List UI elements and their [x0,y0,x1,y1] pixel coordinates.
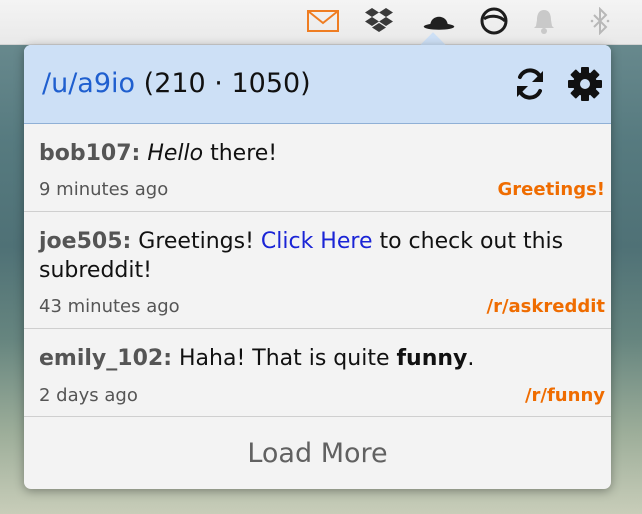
username-link[interactable]: /u/a9io [42,68,135,99]
message-author[interactable]: bob107: [39,141,140,166]
message-item[interactable]: emily_102: Haha! That is quite funny. 2 … [24,329,611,417]
message-body: Haha! That is quite [172,346,397,371]
message-author[interactable]: emily_102: [39,346,172,371]
message-body: there! [203,141,278,166]
bluetooth-icon[interactable] [584,6,616,36]
notification-popup: /u/a9io (210 · 1050) bob107: Hello there… [24,45,611,489]
message-time: 2 days ago [39,385,138,406]
message-text: joe505: Greetings! Click Here to check o… [39,227,584,285]
load-more-button[interactable]: Load More [24,417,611,489]
message-bold-text: funny [396,346,468,371]
message-italic-text: Hello [147,141,204,166]
message-body: Greetings! [131,229,261,254]
message-subject[interactable]: Greetings! [498,179,605,200]
message-item[interactable]: bob107: Hello there! 9 minutes ago Greet… [24,124,611,212]
refresh-icon[interactable] [510,64,550,104]
message-time: 43 minutes ago [39,296,180,317]
message-body: . [467,346,475,371]
message-subject[interactable]: /r/askreddit [487,296,606,317]
sync-circle-icon[interactable] [478,6,510,36]
message-item[interactable]: joe505: Greetings! Click Here to check o… [24,212,611,329]
message-time: 9 minutes ago [39,179,169,200]
message-text: bob107: Hello there! [39,139,277,168]
popup-header: /u/a9io (210 · 1050) [24,45,611,124]
gear-icon[interactable] [565,64,605,104]
bowler-hat-icon[interactable] [423,6,455,36]
click-here-link[interactable]: Click Here [261,229,373,254]
bell-icon[interactable] [528,6,560,36]
message-subject[interactable]: /r/funny [525,385,605,406]
mail-icon[interactable] [307,6,339,36]
message-author[interactable]: joe505: [39,229,131,254]
user-summary: /u/a9io (210 · 1050) [42,67,311,101]
dropbox-icon[interactable] [363,6,395,36]
message-text: emily_102: Haha! That is quite funny. [39,344,474,373]
karma-count: (210 · 1050) [143,68,311,99]
menu-bar [0,0,642,45]
